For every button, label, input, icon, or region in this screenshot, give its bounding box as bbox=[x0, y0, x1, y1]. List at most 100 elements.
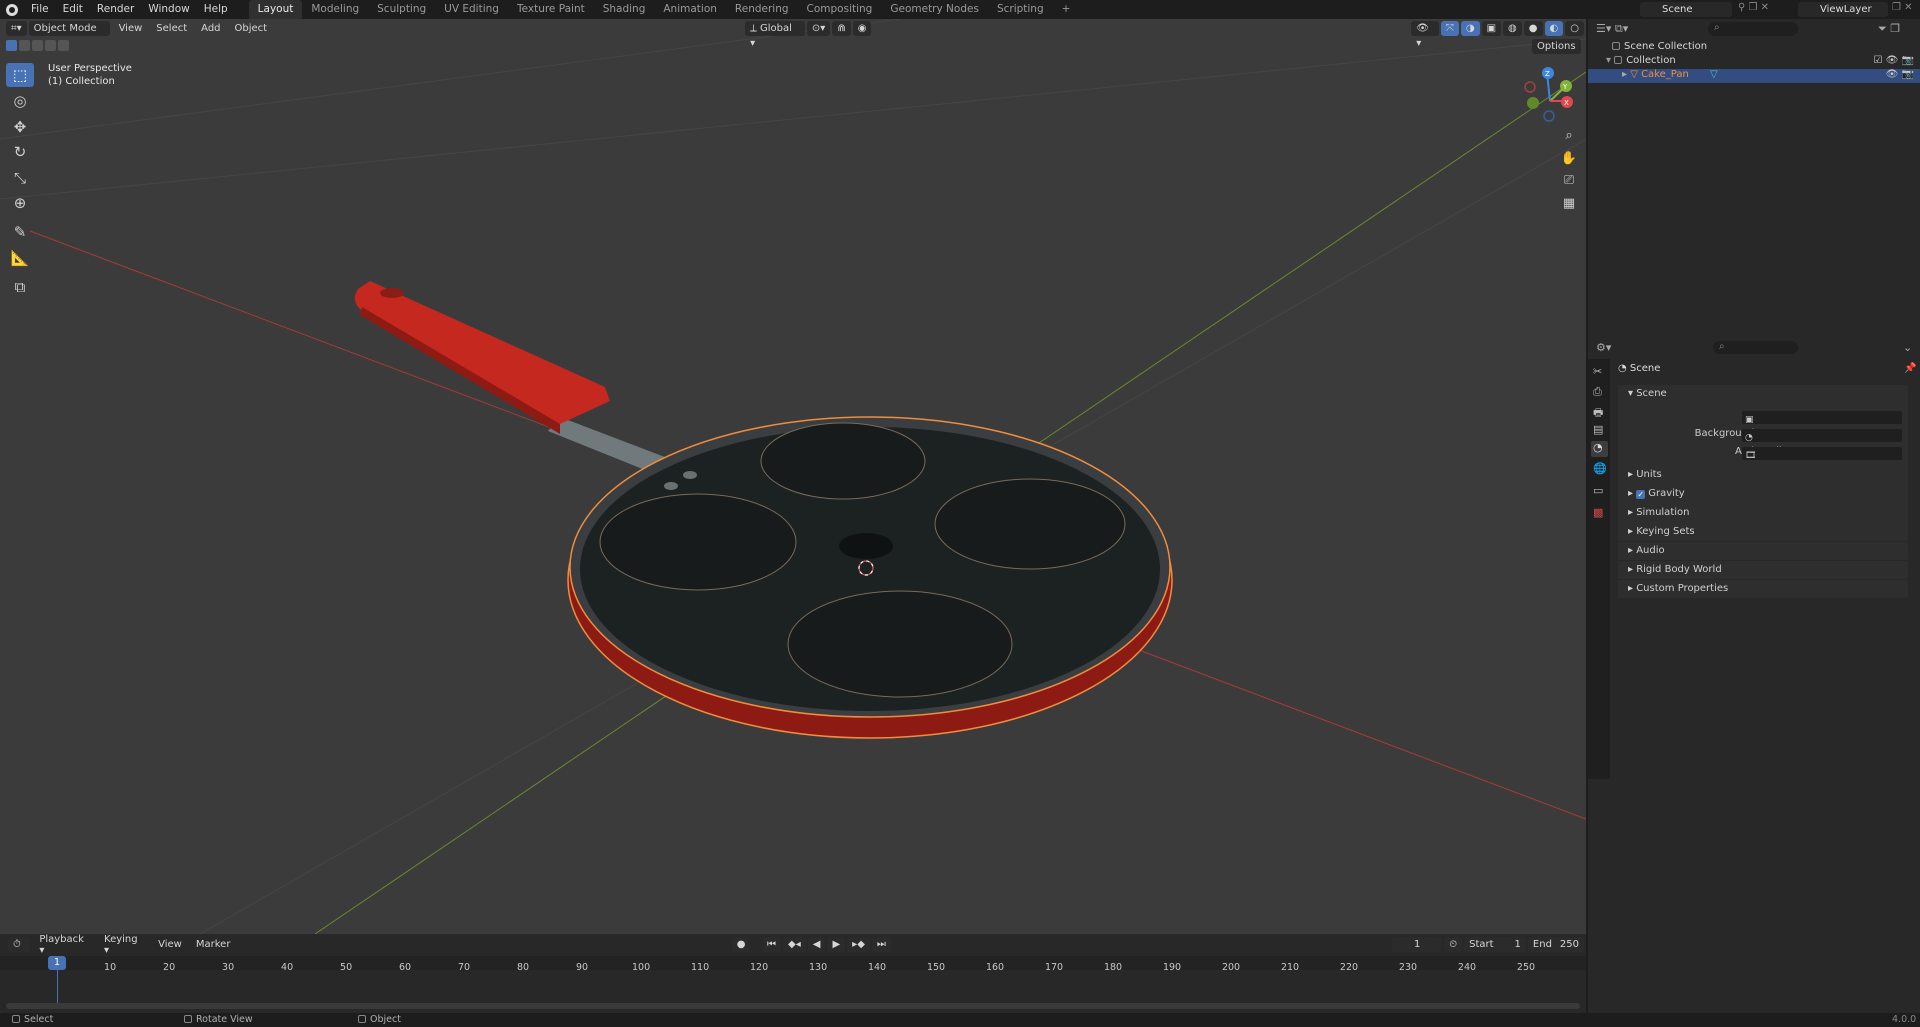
simulation-section[interactable]: ▸ Simulation bbox=[1618, 504, 1908, 522]
menu-help[interactable]: Help bbox=[197, 0, 235, 19]
menu-render[interactable]: Render bbox=[90, 0, 141, 19]
play-icon[interactable]: ▶ bbox=[827, 937, 846, 952]
3d-viewport[interactable]: Z Y X User Perspective (1) Collection Op… bbox=[0, 19, 1586, 934]
properties-search-input[interactable]: ⌕ bbox=[1713, 341, 1798, 354]
rotate-tool-icon[interactable]: ↻ bbox=[6, 140, 34, 164]
jump-keyframe-forward-icon[interactable]: ▸◆ bbox=[847, 937, 870, 952]
collection-visibility-icons[interactable]: ☑ 👁 📷 bbox=[1874, 55, 1914, 66]
scene-panel-header[interactable]: ▾ Scene bbox=[1618, 385, 1908, 403]
keying-sets-section[interactable]: ▸ Keying Sets bbox=[1618, 523, 1908, 541]
measure-tool-icon[interactable]: 📐 bbox=[6, 246, 34, 270]
end-frame-field[interactable]: End 250 bbox=[1527, 937, 1584, 952]
custom-properties-section[interactable]: ▸ Custom Properties bbox=[1618, 580, 1908, 598]
scene-selector[interactable]: Scene bbox=[1640, 2, 1732, 17]
units-section[interactable]: ▸ Units bbox=[1618, 466, 1908, 484]
outliner-scene-collection[interactable]: Scene Collection bbox=[1612, 41, 1707, 52]
playback-menu[interactable]: Playback ▾ bbox=[32, 934, 97, 956]
background-scene-field[interactable]: ◔ bbox=[1742, 429, 1902, 443]
properties-editor-type-icon[interactable]: ⚙▾ bbox=[1596, 341, 1611, 354]
playhead[interactable]: 1 bbox=[48, 956, 66, 970]
outliner-editor-type-icon[interactable]: ☰▾ ⧉▾ bbox=[1596, 22, 1628, 36]
pivot-point-icon[interactable]: ⊙▾ bbox=[806, 20, 831, 36]
pan-hand-icon[interactable]: ✋ bbox=[1558, 147, 1580, 169]
annotate-tool-icon[interactable]: ✎ bbox=[6, 220, 34, 244]
view-layer-tab-icon[interactable]: ▤ bbox=[1593, 423, 1603, 436]
outliner-collection-row[interactable]: ▾ Collection ☑ 👁 📷 bbox=[1606, 55, 1920, 69]
scale-tool-icon[interactable]: ⤡ bbox=[6, 166, 34, 190]
view-layer-actions-icons[interactable]: ❐ ✕ bbox=[1892, 2, 1920, 17]
jump-end-icon[interactable]: ⏭ bbox=[871, 937, 891, 952]
collection-tab-icon[interactable]: ▭ bbox=[1593, 484, 1603, 497]
material-shading-icon[interactable]: ◐ bbox=[1544, 20, 1564, 36]
view-layer-selector[interactable]: ViewLayer bbox=[1798, 2, 1888, 17]
add-workspace-icon[interactable]: + bbox=[1053, 0, 1080, 19]
timeline-view-menu[interactable]: View bbox=[151, 939, 189, 950]
visibility-icon[interactable]: 👁▾ bbox=[1411, 20, 1439, 49]
preview-range-icon[interactable]: ⏲ bbox=[1444, 937, 1463, 952]
marker-menu[interactable]: Marker bbox=[189, 939, 238, 950]
gravity-checkbox[interactable]: ✓ bbox=[1636, 490, 1646, 499]
menu-add[interactable]: Add bbox=[194, 23, 227, 34]
gizmo-toggle-icon[interactable]: ⤧ bbox=[1440, 20, 1459, 36]
jump-keyframe-back-icon[interactable]: ◆◂ bbox=[783, 937, 806, 952]
proportional-edit-icon[interactable]: ◉ bbox=[852, 20, 872, 36]
pin-icon[interactable]: 📌 bbox=[1904, 363, 1916, 374]
options-button[interactable]: Options bbox=[1532, 39, 1581, 54]
tab-rendering[interactable]: Rendering bbox=[726, 0, 798, 19]
tab-layout[interactable]: Layout bbox=[248, 0, 303, 19]
properties-options-icon[interactable]: ⌄ bbox=[1903, 341, 1912, 354]
ortho-grid-icon[interactable]: ▦ bbox=[1558, 192, 1580, 214]
world-tab-icon[interactable]: 🌐 bbox=[1593, 462, 1607, 475]
keying-menu[interactable]: Keying ▾ bbox=[97, 934, 151, 956]
tab-uv-editing[interactable]: UV Editing bbox=[435, 0, 508, 19]
transform-tool-icon[interactable]: ⊕ bbox=[6, 191, 34, 215]
select-subtract-icon[interactable] bbox=[32, 40, 43, 51]
tab-sculpting[interactable]: Sculpting bbox=[368, 0, 435, 19]
tab-modeling[interactable]: Modeling bbox=[302, 0, 368, 19]
menu-object[interactable]: Object bbox=[228, 23, 275, 34]
move-tool-icon[interactable]: ✥ bbox=[6, 115, 34, 139]
outliner-search-input[interactable]: ⌕ bbox=[1708, 22, 1798, 36]
record-icon[interactable]: ● bbox=[731, 937, 751, 952]
audio-section[interactable]: ▸ Audio bbox=[1618, 542, 1908, 560]
timeline-scrollbar[interactable] bbox=[6, 1003, 1580, 1009]
rigid-body-world-section[interactable]: ▸ Rigid Body World bbox=[1618, 561, 1908, 579]
tool-tab-icon[interactable]: ✂ bbox=[1593, 365, 1602, 378]
mode-selector[interactable]: Object Mode ▾ bbox=[28, 20, 110, 49]
filter-icon[interactable]: ⏷ ❐ bbox=[1878, 22, 1900, 36]
play-reverse-icon[interactable]: ◀ bbox=[807, 937, 826, 952]
gravity-section[interactable]: ▸ ✓ Gravity bbox=[1618, 485, 1908, 503]
tab-compositing[interactable]: Compositing bbox=[798, 0, 882, 19]
menu-view[interactable]: View bbox=[112, 23, 150, 34]
menu-select[interactable]: Select bbox=[149, 23, 194, 34]
wireframe-shading-icon[interactable]: ◍ bbox=[1503, 20, 1522, 36]
scene-tab-icon[interactable]: ◔ bbox=[1591, 441, 1608, 457]
object-visibility-icons[interactable]: 👁 📷 bbox=[1886, 69, 1914, 80]
xray-icon[interactable]: ▣ bbox=[1481, 20, 1502, 36]
scene-actions-icons[interactable]: ⚲ ❐ ✕ bbox=[1738, 2, 1788, 17]
rendered-shading-icon[interactable]: ○ bbox=[1565, 20, 1584, 36]
transform-orientation-selector[interactable]: ⟂ Global ▾ bbox=[745, 20, 805, 49]
tab-shading[interactable]: Shading bbox=[594, 0, 655, 19]
zoom-icon[interactable]: ⌕ bbox=[1558, 124, 1580, 146]
current-frame-field[interactable]: 1 bbox=[1391, 937, 1443, 952]
select-extend-icon[interactable] bbox=[19, 40, 30, 51]
render-tab-icon[interactable]: ⎙ bbox=[1593, 385, 1602, 399]
tab-geometry-nodes[interactable]: Geometry Nodes bbox=[881, 0, 988, 19]
select-intersect-icon[interactable] bbox=[58, 40, 69, 51]
tab-scripting[interactable]: Scripting bbox=[988, 0, 1053, 19]
select-new-icon[interactable] bbox=[6, 40, 17, 51]
timeline-editor-type-icon[interactable]: ⏱▾ bbox=[8, 937, 31, 965]
snap-icon[interactable]: ⋒ bbox=[832, 20, 851, 36]
add-cube-tool-icon[interactable]: ⧉ bbox=[6, 275, 34, 299]
output-tab-icon[interactable]: 🖶 bbox=[1593, 404, 1603, 423]
outliner-object-row[interactable]: ▸ ▽ Cake_Pan ▽ 👁 📷 bbox=[1588, 69, 1920, 83]
jump-start-icon[interactable]: ⏮ bbox=[762, 937, 782, 952]
camera-field[interactable]: ▣ bbox=[1742, 411, 1902, 425]
solid-shading-icon[interactable]: ● bbox=[1523, 20, 1543, 36]
texture-tab-icon[interactable]: ▩ bbox=[1593, 506, 1603, 519]
tab-texture-paint[interactable]: Texture Paint bbox=[508, 0, 594, 19]
editor-type-icon[interactable]: ⌗▾ bbox=[6, 20, 27, 36]
camera-view-icon[interactable]: ⎚ bbox=[1558, 169, 1580, 191]
tab-animation[interactable]: Animation bbox=[654, 0, 726, 19]
